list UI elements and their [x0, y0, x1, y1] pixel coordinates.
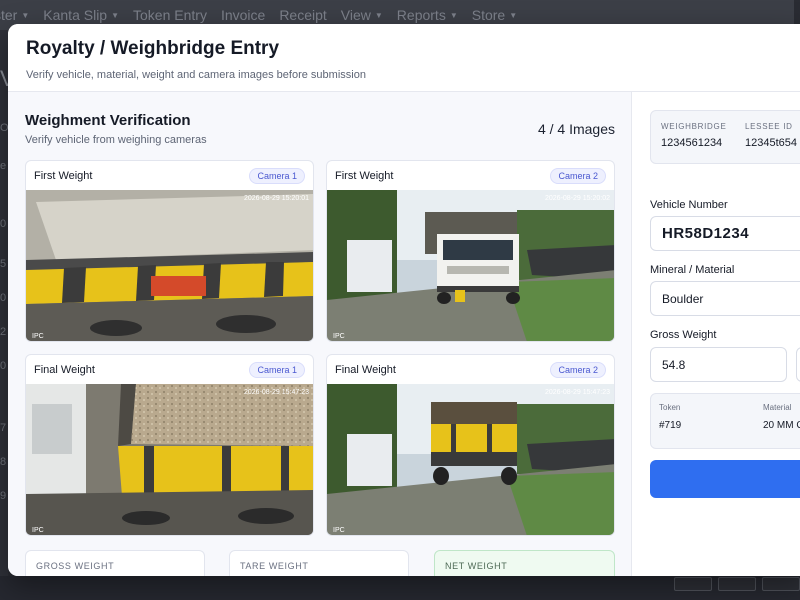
- camera-badge: Camera 2: [550, 361, 606, 378]
- gross-weight-field[interactable]: 54.8: [650, 347, 787, 382]
- camera-watermark: IPC: [32, 333, 44, 340]
- card-header: First Weight Camera 2: [327, 161, 614, 190]
- tare-weight-summary: TARE WEIGHT: [229, 550, 409, 576]
- camera-badge: Camera 1: [249, 361, 305, 378]
- camera-card-final-weight-cam1[interactable]: Final Weight Camera 1 2026-08-29 15:47:2…: [25, 354, 314, 536]
- token-value: #719: [659, 420, 682, 431]
- gross-weight-label: GROSS WEIGHT: [36, 561, 115, 571]
- nav-master[interactable]: ster▼: [0, 7, 29, 23]
- nav-receipt[interactable]: Receipt: [279, 7, 326, 23]
- background-text-fragment: 2: [0, 326, 7, 338]
- truck-front-view-photo: 2026-08-29 15:20:02 IPC: [327, 190, 614, 341]
- vehicle-number-field[interactable]: HR58D1234: [650, 216, 800, 251]
- background-pagination: [674, 577, 800, 591]
- background-sidebar-edge: Vi O e 0 5 0 2 0 7 8 9: [0, 30, 19, 600]
- modal-title: Royalty / Weighbridge Entry: [26, 38, 280, 59]
- image-count: 4 / 4 Images: [537, 121, 615, 137]
- vehicle-number-label: Vehicle Number: [650, 199, 728, 211]
- chevron-down-icon: ▼: [21, 10, 30, 20]
- mineral-material-select[interactable]: Boulder: [650, 281, 800, 316]
- background-text-fragment: 5: [0, 258, 7, 270]
- timestamp-overlay: 2026-08-29 15:20:01: [244, 195, 309, 202]
- entry-details-panel: WEIGHBRIDGE 1234561234 LESSEE ID 12345t6…: [632, 92, 800, 576]
- background-text-fragment: 9: [0, 490, 7, 502]
- camera-card-first-weight-cam1[interactable]: First Weight Camera 1 2026-08-29 15:20:0…: [25, 160, 314, 342]
- card-header: First Weight Camera 1: [26, 161, 313, 190]
- camera-badge: Camera 1: [249, 167, 305, 184]
- truck-bed-top-view-photo: 2026-08-29 15:20:01 IPC: [26, 190, 313, 341]
- net-weight-summary: NET WEIGHT: [434, 550, 615, 576]
- card-label: First Weight: [34, 169, 93, 182]
- background-text-fragment: 8: [0, 456, 7, 468]
- token-info: Token #719: [659, 403, 681, 431]
- camera-watermark: IPC: [32, 527, 44, 534]
- camera-watermark: IPC: [333, 333, 345, 340]
- mineral-material-label: Mineral / Material: [650, 264, 735, 276]
- nav-view[interactable]: View ▼: [341, 7, 383, 23]
- net-weight-label: NET WEIGHT: [445, 561, 508, 571]
- background-text-fragment: 0: [0, 360, 7, 372]
- background-text-fragment: 0: [0, 218, 7, 230]
- background-text-fragment: e: [0, 160, 7, 172]
- background-button: [762, 577, 800, 591]
- camera-image[interactable]: 2026-08-29 15:47:23 IPC: [26, 384, 313, 535]
- lessee-id-label: LESSEE ID: [745, 122, 793, 131]
- camera-image[interactable]: 2026-08-29 15:20:02 IPC: [327, 190, 614, 341]
- material-value: 20 MM C: [763, 420, 800, 431]
- nav-invoice[interactable]: Invoice: [221, 7, 265, 23]
- truck-rear-view-photo: 2026-08-29 15:47:23 IPC: [327, 384, 614, 535]
- weighbridge-info: WEIGHBRIDGE 1234561234: [661, 122, 726, 149]
- camera-card-first-weight-cam2[interactable]: First Weight Camera 2 2026-08-29 15:20:0…: [326, 160, 615, 342]
- card-label: First Weight: [335, 169, 394, 182]
- card-label: Final Weight: [34, 363, 95, 376]
- weighment-verification-panel: Weighment Verification Verify vehicle fr…: [8, 92, 632, 576]
- submit-button[interactable]: [650, 460, 800, 498]
- background-button: [674, 577, 712, 591]
- gross-weight-field-label: Gross Weight: [650, 329, 717, 341]
- token-label: Token: [659, 403, 681, 412]
- camera-card-final-weight-cam2[interactable]: Final Weight Camera 2 2026-08-29 15:47:2…: [326, 354, 615, 536]
- gross-weight-summary: GROSS WEIGHT: [25, 550, 205, 576]
- card-header: Final Weight Camera 2: [327, 355, 614, 384]
- section-title: Weighment Verification: [25, 112, 191, 129]
- chevron-down-icon: ▼: [509, 10, 518, 20]
- weighbridge-info-box: WEIGHBRIDGE 1234561234 LESSEE ID 12345t6…: [650, 110, 800, 164]
- nav-token-entry[interactable]: Token Entry: [133, 7, 207, 23]
- weighbridge-value: 1234561234: [661, 137, 723, 149]
- timestamp-overlay: 2026-08-29 15:47:23: [545, 389, 610, 396]
- token-summary-box: Token #719 Material 20 MM C: [650, 393, 800, 449]
- chevron-down-icon: ▼: [449, 10, 458, 20]
- weighbridge-label: WEIGHBRIDGE: [661, 122, 727, 131]
- weighbridge-entry-modal: Royalty / Weighbridge Entry Verify vehic…: [8, 24, 800, 576]
- tare-weight-label: TARE WEIGHT: [240, 561, 309, 571]
- card-header: Final Weight Camera 1: [26, 355, 313, 384]
- material-info: Material 20 MM C: [763, 403, 800, 431]
- timestamp-overlay: 2026-08-29 15:47:23: [244, 389, 309, 396]
- lessee-id-value: 12345t654: [745, 137, 797, 149]
- background-text-fragment: 7: [0, 422, 7, 434]
- background-button: [718, 577, 756, 591]
- timestamp-overlay: 2026-08-29 15:20:02: [545, 195, 610, 202]
- chevron-down-icon: ▼: [374, 10, 383, 20]
- nav-kanta-slip[interactable]: Kanta Slip ▼: [43, 7, 119, 23]
- camera-badge: Camera 2: [550, 167, 606, 184]
- camera-image[interactable]: 2026-08-29 15:20:01 IPC: [26, 190, 313, 341]
- nav-reports[interactable]: Reports ▼: [397, 7, 458, 23]
- section-subtitle: Verify vehicle from weighing cameras: [25, 134, 207, 146]
- modal-header: Royalty / Weighbridge Entry Verify vehic…: [8, 24, 800, 92]
- camera-watermark: IPC: [333, 527, 345, 534]
- tare-weight-field[interactable]: [796, 347, 800, 382]
- camera-image[interactable]: 2026-08-29 15:47:23 IPC: [327, 384, 614, 535]
- material-label: Material: [763, 403, 792, 412]
- card-label: Final Weight: [335, 363, 396, 376]
- modal-subtitle: Verify vehicle, material, weight and cam…: [26, 69, 366, 81]
- lessee-info: LESSEE ID 12345t654: [745, 122, 797, 149]
- loaded-truck-top-view-photo: 2026-08-29 15:47:23 IPC: [26, 384, 313, 535]
- chevron-down-icon: ▼: [111, 10, 120, 20]
- background-text-fragment: 0: [0, 292, 7, 304]
- nav-store[interactable]: Store ▼: [472, 7, 517, 23]
